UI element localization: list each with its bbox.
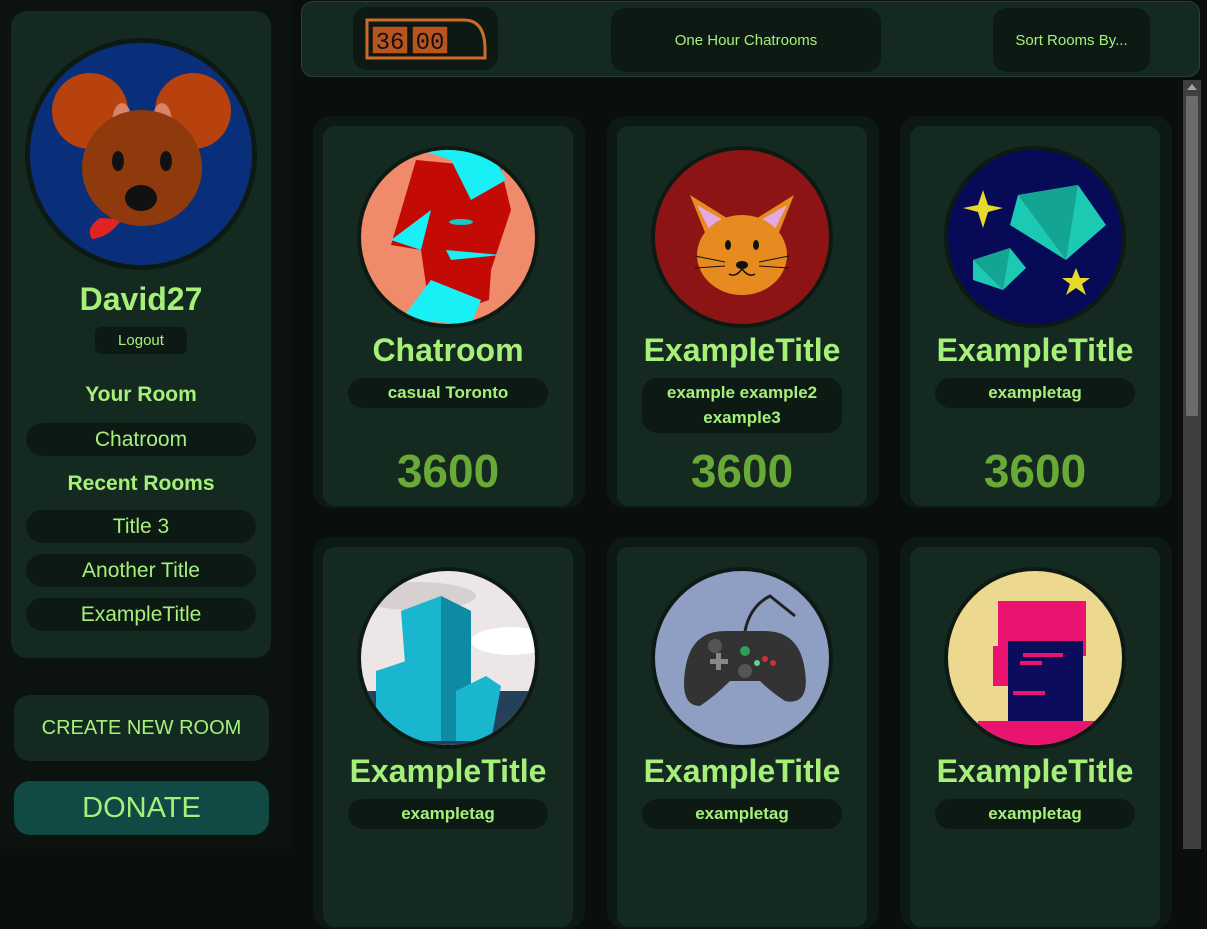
room-card[interactable]: ExampleTitle exampletag 3600 <box>900 116 1172 508</box>
room-card[interactable]: ExampleTitle exampletag <box>607 537 879 929</box>
create-room-button[interactable]: CREATE NEW ROOM <box>14 695 269 761</box>
room-image <box>651 567 833 749</box>
recent-room-link[interactable]: ExampleTitle <box>26 598 256 631</box>
room-title: Chatroom <box>372 332 524 368</box>
recent-room-link[interactable]: Another Title <box>26 554 256 587</box>
room-time-remaining: 3600 <box>396 445 500 497</box>
room-image <box>357 567 539 749</box>
room-tags: example example2 example3 <box>642 378 842 433</box>
donate-button[interactable]: DONATE <box>14 781 269 835</box>
buildings-icon <box>361 571 535 745</box>
cat-icon <box>655 150 829 324</box>
room-time-remaining: 3600 <box>983 445 1087 497</box>
diamonds-icon <box>948 150 1122 324</box>
room-card-body: ExampleTitle exampletag 3600 <box>910 126 1160 506</box>
room-title: ExampleTitle <box>643 753 841 789</box>
room-title: ExampleTitle <box>349 753 547 789</box>
room-card[interactable]: ExampleTitle example example2 example3 3… <box>607 116 879 508</box>
username: David27 <box>79 281 203 317</box>
scroll-up-arrow-icon[interactable] <box>1187 84 1197 90</box>
top-bar: 36 00 One Hour Chatrooms Sort Rooms By..… <box>301 1 1200 77</box>
room-image <box>651 146 833 328</box>
room-title: ExampleTitle <box>643 332 841 368</box>
timer-icon: 36 00 <box>365 18 486 59</box>
sidebar: David27 Logout Your Room Chatroom Recent… <box>0 0 291 849</box>
room-image <box>357 146 539 328</box>
timer-display: 36 00 <box>353 7 498 70</box>
room-card-body: ExampleTitle exampletag <box>617 547 867 927</box>
profile-card: David27 Logout Your Room Chatroom Recent… <box>11 11 271 658</box>
gamepad-icon <box>655 571 829 745</box>
avatar[interactable] <box>25 38 257 270</box>
room-title: ExampleTitle <box>936 332 1134 368</box>
room-card-body: ExampleTitle example example2 example3 3… <box>617 126 867 506</box>
recent-room-link[interactable]: Title 3 <box>26 510 256 543</box>
room-tags: casual Toronto <box>348 378 548 408</box>
room-tags: exampletag <box>935 378 1135 408</box>
logout-button[interactable]: Logout <box>95 327 187 354</box>
abstract-face-icon <box>361 150 535 324</box>
recent-rooms-heading: Recent Rooms <box>67 472 215 495</box>
room-image <box>944 567 1126 749</box>
room-time-remaining: 3600 <box>690 445 794 497</box>
your-room-heading: Your Room <box>85 383 197 406</box>
timer-minutes: 00 <box>415 30 444 57</box>
room-image <box>944 146 1126 328</box>
timer-hours: 36 <box>375 30 404 57</box>
scrollbar-thumb[interactable] <box>1186 96 1198 416</box>
room-tags: exampletag <box>935 799 1135 829</box>
room-card-body: Chatroom casual Toronto 3600 <box>323 126 573 506</box>
room-card[interactable]: Chatroom casual Toronto 3600 <box>313 116 585 508</box>
room-tags: exampletag <box>348 799 548 829</box>
room-card[interactable]: ExampleTitle exampletag <box>900 537 1172 929</box>
room-tags: exampletag <box>642 799 842 829</box>
room-card[interactable]: ExampleTitle exampletag <box>313 537 585 929</box>
scrollbar[interactable] <box>1183 80 1201 849</box>
site-title: One Hour Chatrooms <box>611 8 881 72</box>
room-title: ExampleTitle <box>936 753 1134 789</box>
robot-head-icon <box>948 571 1122 745</box>
mouse-avatar-icon <box>30 43 252 265</box>
room-card-body: ExampleTitle exampletag <box>910 547 1160 927</box>
your-room-link[interactable]: Chatroom <box>26 423 256 456</box>
sort-rooms-button[interactable]: Sort Rooms By... <box>993 8 1150 72</box>
room-card-body: ExampleTitle exampletag <box>323 547 573 927</box>
